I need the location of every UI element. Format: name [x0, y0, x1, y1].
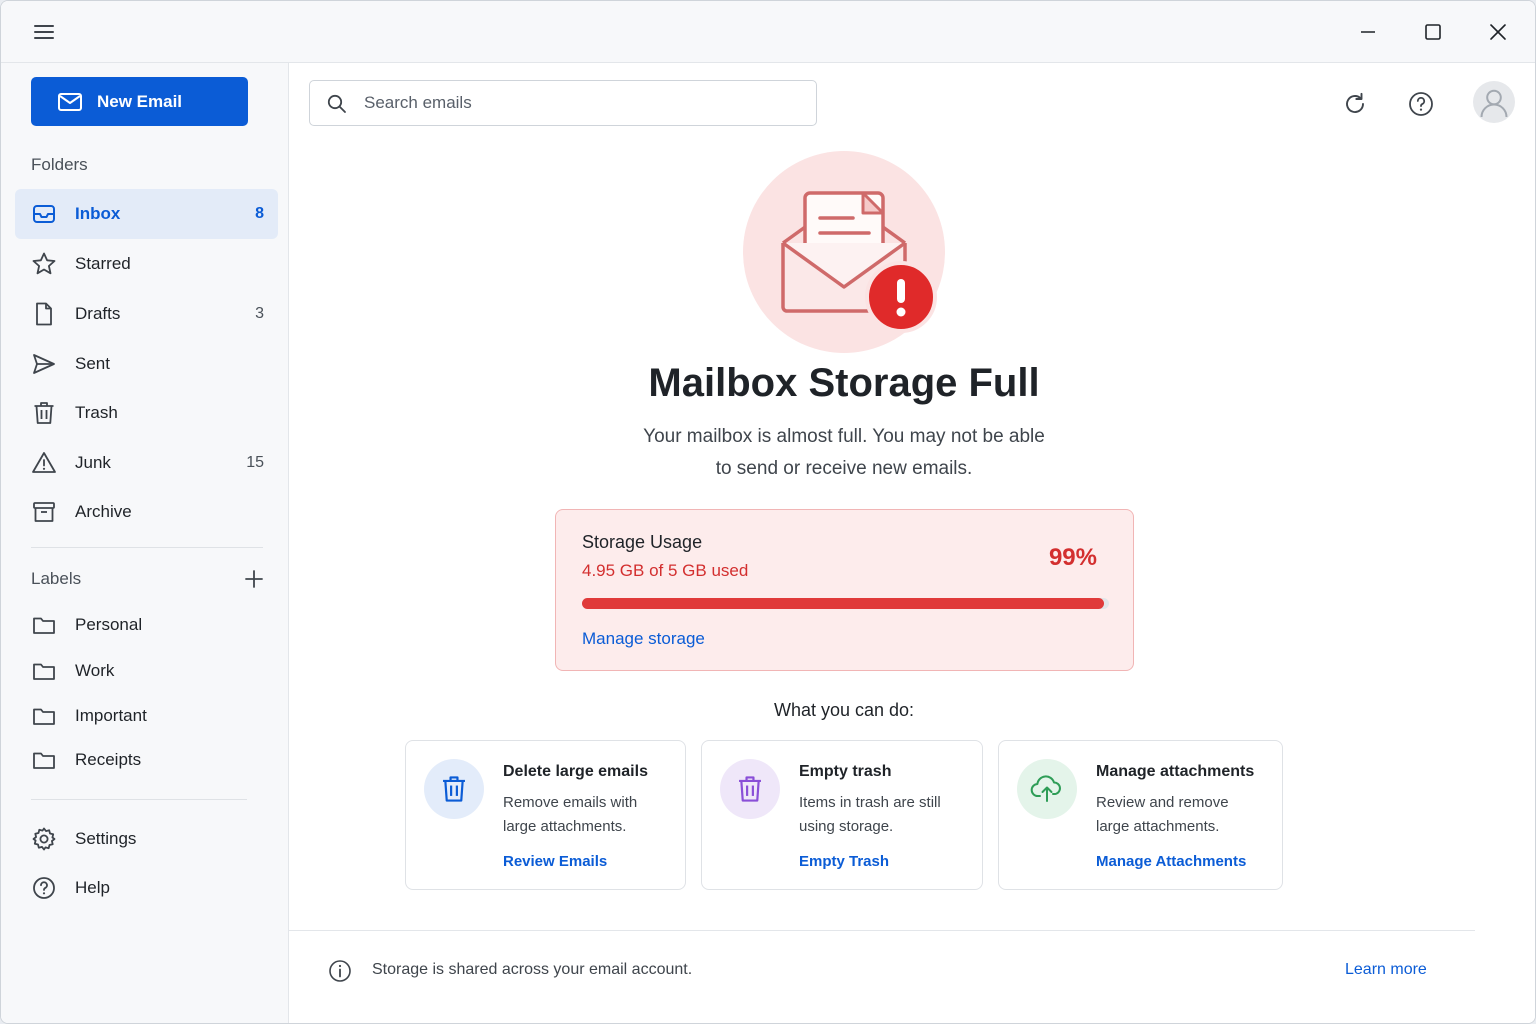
- sidebar-item-label: Settings: [75, 829, 137, 848]
- sidebar-item-receipts[interactable]: Receipts: [15, 735, 278, 785]
- sidebar-item-important[interactable]: Important: [15, 691, 278, 741]
- labels-heading: Labels: [31, 569, 82, 588]
- maximize-icon[interactable]: [1413, 15, 1453, 49]
- cloud-upload-icon: [1017, 759, 1077, 819]
- trash-icon: [31, 400, 57, 426]
- storage-percent: 99%: [1048, 544, 1097, 571]
- envelope-warning-icon: [781, 191, 937, 333]
- unread-count: 8: [255, 205, 264, 222]
- trash-icon: [720, 759, 780, 819]
- close-icon[interactable]: [1478, 15, 1518, 49]
- storage-heading: Storage Usage: [582, 532, 703, 552]
- folder-icon: [31, 658, 57, 684]
- action-title: Delete large emails: [503, 763, 648, 780]
- sidebar-item-starred[interactable]: Starred: [15, 239, 278, 289]
- sidebar-item-help[interactable]: Help: [15, 863, 278, 913]
- new-email-label: New Email: [97, 91, 183, 111]
- draft-count: 3: [255, 305, 264, 322]
- folder-icon: [31, 703, 57, 729]
- trash-icon: [424, 759, 484, 819]
- folder-icon: [31, 612, 57, 638]
- title-bar: [1, 1, 1535, 63]
- storage-usage-card: Storage Usage 4.95 GB of 5 GB used 99% M…: [555, 509, 1134, 671]
- sidebar-item-inbox[interactable]: Inbox 8: [15, 189, 278, 239]
- folder-icon: [31, 747, 57, 773]
- sidebar-item-label: Important: [75, 706, 147, 725]
- sidebar-item-personal[interactable]: Personal: [15, 600, 278, 650]
- learn-more-link[interactable]: Learn more: [1345, 961, 1427, 979]
- sidebar-item-sent[interactable]: Sent: [15, 339, 278, 389]
- sidebar-divider: [31, 547, 263, 548]
- sidebar-item-archive[interactable]: Archive: [15, 487, 278, 537]
- folders-heading: Folders: [31, 155, 88, 174]
- sidebar-item-label: Trash: [75, 403, 118, 422]
- page-title: Mailbox Storage Full: [648, 361, 1040, 405]
- footer-divider: [289, 930, 1475, 931]
- action-description: Review and remove large attachments.: [1096, 794, 1229, 835]
- sidebar-divider: [31, 799, 247, 800]
- storage-progress-fill: [582, 598, 1104, 609]
- sidebar-item-label: Junk: [75, 453, 111, 472]
- warning-icon: [31, 450, 57, 476]
- manage-attachments-link[interactable]: Manage Attachments: [1096, 853, 1246, 870]
- archive-icon: [31, 499, 57, 525]
- send-icon: [31, 351, 57, 377]
- search-icon: [327, 94, 346, 113]
- action-description: Remove emails with large attachments.: [503, 794, 638, 835]
- star-icon: [31, 251, 57, 277]
- sidebar-item-label: Drafts: [75, 304, 121, 323]
- sidebar: New Email Folders Inbox 8 Starred Drafts…: [1, 63, 289, 1023]
- empty-trash-link[interactable]: Empty Trash: [799, 853, 889, 870]
- sidebar-item-label: Receipts: [75, 750, 142, 769]
- sidebar-item-label: Starred: [75, 254, 131, 273]
- sidebar-item-trash[interactable]: Trash: [15, 388, 278, 438]
- action-description: Items in trash are still using storage.: [799, 794, 941, 835]
- new-email-button[interactable]: New Email: [31, 77, 248, 126]
- manage-storage-link[interactable]: Manage storage: [582, 629, 705, 649]
- inbox-icon: [31, 201, 57, 227]
- sidebar-item-settings[interactable]: Settings: [15, 814, 278, 864]
- refresh-icon[interactable]: [1338, 87, 1372, 121]
- mail-app-window: New Email Folders Inbox 8 Starred Drafts…: [0, 0, 1536, 1024]
- sidebar-item-work[interactable]: Work: [15, 646, 278, 696]
- help-icon: [31, 875, 57, 901]
- main-content: Mailbox Storage Full Your mailbox is alm…: [289, 63, 1535, 1023]
- review-emails-link[interactable]: Review Emails: [503, 853, 607, 870]
- sidebar-item-label: Personal: [75, 615, 143, 634]
- actions-heading: What you can do:: [773, 700, 915, 720]
- gear-icon: [31, 826, 57, 852]
- action-card-empty-trash: Empty trash Items in trash are still usi…: [701, 740, 983, 890]
- draft-icon: [31, 301, 57, 327]
- action-title: Empty trash: [799, 763, 892, 780]
- footer-note: Storage is shared across your email acco…: [372, 961, 693, 978]
- search-box[interactable]: [309, 80, 817, 126]
- search-input[interactable]: [364, 81, 804, 125]
- page-subtitle: Your mailbox is almost full. You may not…: [289, 421, 1399, 485]
- mail-icon: [58, 92, 82, 111]
- add-label-icon[interactable]: [241, 566, 267, 592]
- action-title: Manage attachments: [1096, 763, 1255, 780]
- subtitle-line: to send or receive new emails.: [715, 458, 973, 479]
- subtitle-line: Your mailbox is almost full. You may not…: [643, 426, 1045, 447]
- sidebar-item-label: Help: [75, 878, 110, 897]
- sidebar-item-junk[interactable]: Junk 15: [15, 438, 278, 488]
- help-icon[interactable]: [1404, 87, 1438, 121]
- hamburger-icon[interactable]: [29, 19, 59, 45]
- storage-used-text: 4.95 GB of 5 GB used: [582, 561, 749, 580]
- junk-count: 15: [246, 454, 264, 471]
- storage-full-illustration: [743, 151, 945, 353]
- user-icon[interactable]: [1473, 81, 1515, 123]
- sidebar-item-label: Archive: [75, 502, 132, 521]
- sidebar-item-label: Sent: [75, 354, 110, 373]
- action-card-manage-attachments: Manage attachments Review and remove lar…: [998, 740, 1283, 890]
- action-card-delete-large: Delete large emails Remove emails with l…: [405, 740, 686, 890]
- info-icon: [327, 958, 353, 984]
- minimize-icon[interactable]: [1348, 15, 1388, 49]
- sidebar-item-drafts[interactable]: Drafts 3: [15, 289, 278, 339]
- sidebar-item-label: Work: [75, 661, 115, 680]
- storage-progress-bar: [582, 598, 1109, 609]
- sidebar-item-label: Inbox: [75, 204, 121, 223]
